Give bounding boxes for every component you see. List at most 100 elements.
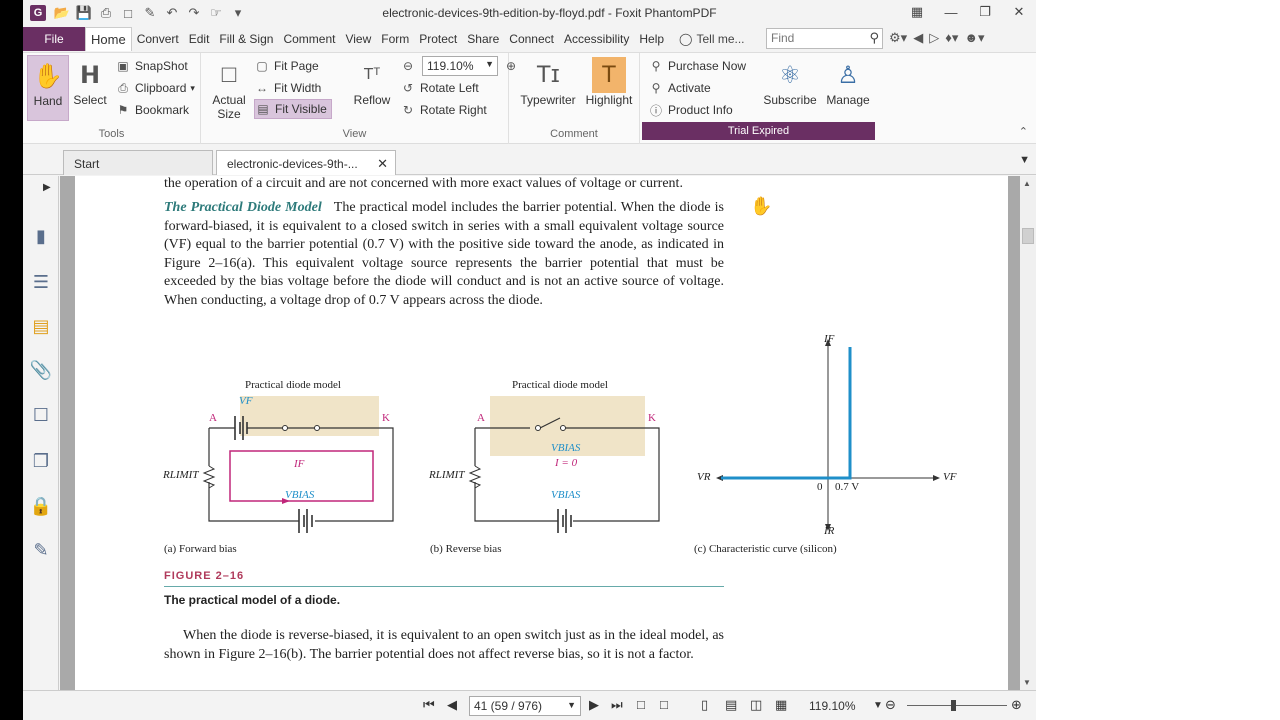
single-page-icon[interactable]: ▯ bbox=[701, 697, 708, 713]
tab-start[interactable]: Start bbox=[63, 150, 213, 175]
close-button[interactable]: ✕ bbox=[1002, 0, 1036, 24]
tab-help[interactable]: Help bbox=[634, 27, 669, 51]
zoom-select[interactable]: 119.10% ▼ bbox=[422, 56, 498, 76]
pages-icon[interactable]: ▮ bbox=[29, 224, 53, 248]
minimize-button[interactable]: — bbox=[934, 0, 968, 24]
continuous-page-icon[interactable]: ▤ bbox=[725, 697, 737, 713]
rotate-left-label: Rotate Left bbox=[420, 81, 479, 95]
next-view-icon[interactable]: □ bbox=[660, 697, 668, 712]
first-page-icon[interactable]: ⏮ bbox=[423, 697, 435, 713]
collapse-ribbon-icon[interactable]: ⌃ bbox=[1019, 125, 1028, 138]
document-view[interactable]: the operation of a circuit and are not c… bbox=[60, 176, 1020, 690]
tell-me[interactable]: ◯ Tell me... bbox=[679, 32, 744, 46]
fit-visible-button[interactable]: ▤ Fit Visible bbox=[254, 99, 332, 119]
fit-width-button[interactable]: ↔ Fit Width bbox=[254, 78, 321, 98]
highlight-label: Highlight bbox=[585, 93, 633, 107]
label-rlimit-a: RLIMIT bbox=[163, 469, 199, 481]
user-account-icon[interactable]: ☻▾ bbox=[964, 30, 984, 46]
label-vf-axis: VF bbox=[943, 471, 957, 483]
ribbon-display-icon[interactable]: ▦ bbox=[900, 0, 934, 24]
tab-view[interactable]: View bbox=[340, 27, 376, 51]
bookmark-button[interactable]: ⚑ Bookmark bbox=[115, 100, 189, 120]
zoom-slider[interactable] bbox=[907, 700, 1007, 711]
zoom-value: 119.10% bbox=[427, 59, 474, 73]
tab-protect[interactable]: Protect bbox=[414, 27, 462, 51]
scroll-up-icon[interactable]: ▲ bbox=[1023, 179, 1031, 188]
subscribe-button[interactable]: ⚛ Subscribe bbox=[760, 55, 820, 121]
status-zoom-value[interactable]: 119.10% bbox=[809, 699, 855, 713]
tab-connect[interactable]: Connect bbox=[504, 27, 559, 51]
zoom-dropdown-icon[interactable]: ▼ bbox=[873, 700, 883, 711]
file-menu[interactable]: File bbox=[23, 27, 85, 51]
scroll-down-icon[interactable]: ▼ bbox=[1023, 678, 1031, 687]
restore-button[interactable]: ❐ bbox=[968, 0, 1002, 24]
manage-button[interactable]: ♙ Manage bbox=[822, 55, 874, 121]
info-icon: ⓘ bbox=[649, 103, 662, 118]
activate-button[interactable]: ⚲ Activate bbox=[648, 78, 711, 98]
switch-contact-a1 bbox=[282, 425, 288, 431]
manage-users-icon: ♙ bbox=[837, 61, 859, 89]
tab-home[interactable]: Home bbox=[85, 27, 132, 51]
find-input[interactable]: Find ⚲ bbox=[766, 28, 883, 49]
facing-page-icon[interactable]: ◫ bbox=[750, 697, 762, 713]
reflow-button[interactable]: Tᵀ Reflow bbox=[351, 55, 393, 121]
tab-form[interactable]: Form bbox=[376, 27, 414, 51]
trial-expired-banner[interactable]: Trial Expired bbox=[642, 122, 875, 140]
purchase-now-button[interactable]: ⚲ Purchase Now bbox=[648, 56, 746, 76]
page-number-field[interactable]: 41 (59 / 976) ▼ bbox=[469, 696, 581, 716]
previous-view-icon[interactable]: □ bbox=[637, 697, 645, 712]
tab-edit[interactable]: Edit bbox=[184, 27, 215, 51]
status-zoom-in-icon[interactable]: ⊕ bbox=[1011, 697, 1022, 713]
settings-gear-icon[interactable]: ⚙▾ bbox=[889, 30, 907, 46]
comments-icon[interactable]: ▤ bbox=[29, 314, 53, 338]
select-button[interactable]: 𝗛 Select bbox=[69, 55, 111, 121]
back-arrow-icon[interactable]: ◀ bbox=[913, 30, 923, 46]
attachments-icon[interactable]: 📎 bbox=[29, 358, 53, 382]
vertical-scrollbar[interactable]: ▲ ▼ bbox=[1020, 176, 1036, 690]
last-page-icon[interactable]: ⏭ bbox=[611, 697, 623, 713]
blank-background bbox=[1036, 0, 1280, 720]
label-anode-a: A bbox=[209, 412, 217, 424]
hand-button[interactable]: ✋ Hand bbox=[27, 55, 69, 121]
continuous-facing-icon[interactable]: ▦ bbox=[775, 697, 787, 713]
actual-size-button[interactable]: □ Actual Size bbox=[208, 55, 250, 121]
next-page-icon[interactable]: ▶ bbox=[589, 697, 599, 713]
snapshot-button[interactable]: ▣ SnapShot bbox=[115, 56, 187, 76]
fit-width-icon: ↔ bbox=[256, 81, 268, 95]
fit-page-button[interactable]: ▢ Fit Page bbox=[254, 56, 318, 76]
tab-share[interactable]: Share bbox=[462, 27, 504, 51]
security-lock-icon[interactable]: 🔒 bbox=[29, 494, 53, 518]
tab-document[interactable]: electronic-devices-9th-... ✕ bbox=[216, 150, 396, 175]
actual-size-label-1: Actual bbox=[212, 93, 246, 107]
pages-thumbnail-icon[interactable]: ❐ bbox=[29, 449, 53, 473]
tab-accessibility[interactable]: Accessibility bbox=[559, 27, 634, 51]
tab-convert[interactable]: Convert bbox=[132, 27, 184, 51]
zoom-slider-knob[interactable] bbox=[951, 700, 956, 711]
highlight-button[interactable]: T Highlight bbox=[583, 55, 635, 121]
ribbon-group-view: □ Actual Size ▢ Fit Page ↔ Fit Width ▤ F… bbox=[201, 53, 516, 144]
rotate-right-button[interactable]: ↻ Rotate Right bbox=[400, 100, 487, 120]
previous-page-icon[interactable]: ◀ bbox=[447, 697, 457, 713]
tab-fill-sign[interactable]: Fill & Sign bbox=[214, 27, 278, 51]
clipboard-button[interactable]: ⎙ Clipboard ▾ bbox=[115, 78, 195, 98]
expand-panel-icon[interactable]: ▶ bbox=[43, 182, 51, 193]
label-origin: 0 bbox=[817, 481, 823, 493]
search-icon[interactable]: ⚲ bbox=[869, 30, 879, 46]
layers-icon[interactable]: ☰ bbox=[29, 270, 53, 294]
switch-contact-a2 bbox=[314, 425, 320, 431]
signature-icon[interactable]: ☐ bbox=[29, 403, 53, 427]
product-info-button[interactable]: ⓘ Product Info bbox=[648, 100, 733, 120]
scroll-thumb[interactable] bbox=[1022, 228, 1034, 244]
close-tab-icon[interactable]: ✕ bbox=[377, 156, 388, 172]
content-tools-icon[interactable]: ✎ bbox=[29, 538, 53, 562]
typewriter-button[interactable]: Tɪ Typewriter bbox=[517, 55, 579, 121]
forward-arrow-icon[interactable]: ▷ bbox=[929, 30, 939, 46]
tab-comment[interactable]: Comment bbox=[278, 27, 340, 51]
rotate-left-button[interactable]: ↺ Rotate Left bbox=[400, 78, 479, 98]
status-zoom-out-icon[interactable]: ⊖ bbox=[885, 697, 896, 713]
status-bar: ⏮ ◀ 41 (59 / 976) ▼ ▶ ⏭ □ □ ▯ ▤ ◫ ▦ 119.… bbox=[23, 690, 1036, 720]
tab-list-dropdown-icon[interactable]: ▼ bbox=[1019, 154, 1030, 166]
zoom-out-button[interactable]: ⊖ bbox=[400, 56, 416, 76]
notification-bell-icon[interactable]: ♦▾ bbox=[945, 30, 958, 46]
axes-c bbox=[721, 344, 935, 526]
